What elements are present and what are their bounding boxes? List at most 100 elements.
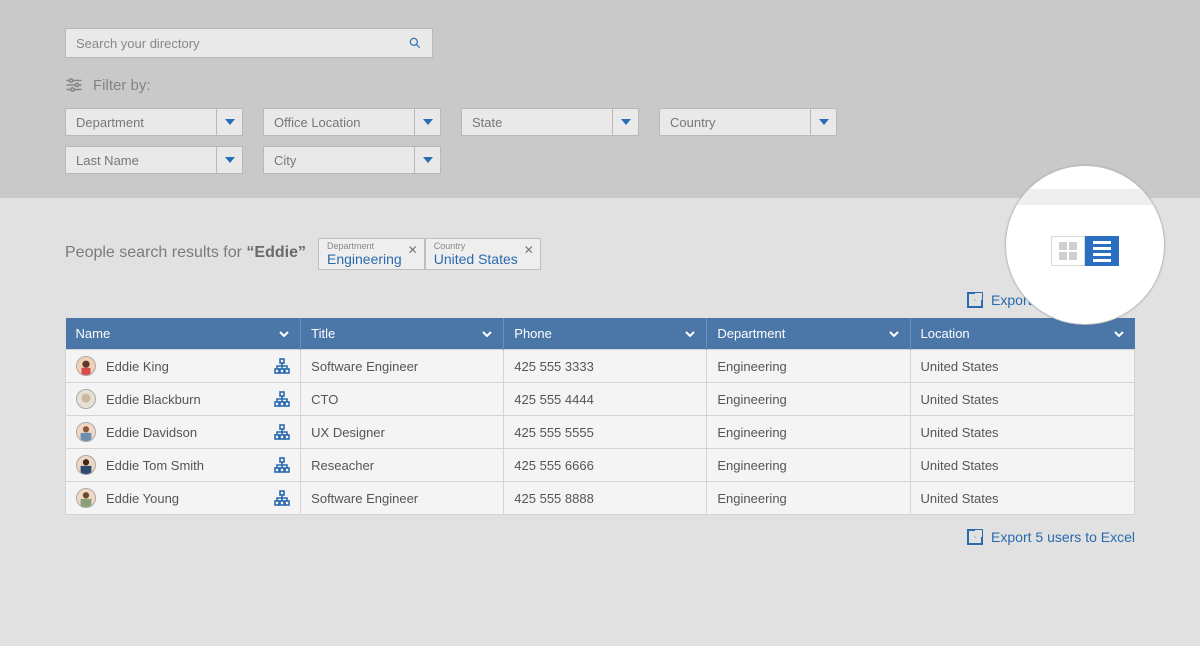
org-chart-icon[interactable] bbox=[274, 358, 290, 374]
view-toggle-spotlight bbox=[1005, 165, 1165, 325]
avatar bbox=[76, 389, 96, 409]
avatar bbox=[76, 356, 96, 376]
filter-country[interactable]: Country bbox=[659, 108, 837, 136]
close-icon[interactable]: ✕ bbox=[524, 243, 534, 257]
avatar bbox=[76, 455, 96, 475]
chip-value: Engineering bbox=[327, 251, 402, 267]
table-row[interactable]: Eddie Tom Smith Reseacher425 555 6666Engi… bbox=[66, 449, 1135, 482]
results-prefix: People search results for bbox=[65, 244, 246, 261]
avatar bbox=[76, 422, 96, 442]
list-view-button[interactable] bbox=[1085, 236, 1119, 266]
search-input-container[interactable] bbox=[65, 28, 433, 58]
cell-name: Eddie Blackburn bbox=[106, 392, 201, 407]
cell-location: United States bbox=[910, 383, 1135, 416]
cell-title: Software Engineer bbox=[301, 350, 504, 383]
chip-value: United States bbox=[434, 251, 518, 267]
export-icon bbox=[967, 529, 983, 545]
cell-phone: 425 555 4444 bbox=[504, 383, 707, 416]
export-label: Export 5 users to Excel bbox=[991, 529, 1135, 545]
view-toggle bbox=[1051, 236, 1119, 266]
column-label: Phone bbox=[514, 326, 552, 341]
chevron-down-icon[interactable] bbox=[612, 109, 638, 135]
export-icon bbox=[967, 292, 983, 308]
cell-department: Engineering bbox=[707, 449, 910, 482]
chevron-down-icon bbox=[278, 328, 290, 340]
filter-city[interactable]: City bbox=[263, 146, 441, 174]
cell-name: Eddie Young bbox=[106, 491, 179, 506]
org-chart-icon[interactable] bbox=[274, 490, 290, 506]
results-table: Name Title Phone Department Location Eddie K… bbox=[65, 318, 1135, 515]
cell-department: Engineering bbox=[707, 350, 910, 383]
results-query: “Eddie” bbox=[246, 244, 306, 261]
search-icon bbox=[408, 36, 422, 50]
filter-by-label-row: Filter by: bbox=[65, 76, 1135, 94]
cell-phone: 425 555 5555 bbox=[504, 416, 707, 449]
filter-state[interactable]: State bbox=[461, 108, 639, 136]
search-input[interactable] bbox=[76, 36, 408, 51]
table-row[interactable]: Eddie King Software Engineer425 555 3333E… bbox=[66, 350, 1135, 383]
filter-department[interactable]: Department bbox=[65, 108, 243, 136]
cell-title: UX Designer bbox=[301, 416, 504, 449]
chevron-down-icon bbox=[684, 328, 696, 340]
org-chart-icon[interactable] bbox=[274, 424, 290, 440]
close-icon[interactable]: ✕ bbox=[408, 243, 418, 257]
filter-by-label: Filter by: bbox=[93, 77, 151, 94]
filter-last-name[interactable]: Last Name bbox=[65, 146, 243, 174]
cell-department: Engineering bbox=[707, 416, 910, 449]
column-name[interactable]: Name bbox=[66, 318, 301, 350]
chevron-down-icon[interactable] bbox=[216, 147, 242, 173]
cell-phone: 425 555 8888 bbox=[504, 482, 707, 515]
results-summary: People search results for “Eddie” bbox=[65, 244, 306, 262]
column-label: Department bbox=[717, 326, 785, 341]
cell-title: Reseacher bbox=[301, 449, 504, 482]
cell-name: Eddie Tom Smith bbox=[106, 458, 204, 473]
cell-location: United States bbox=[910, 449, 1135, 482]
cell-location: United States bbox=[910, 482, 1135, 515]
chevron-down-icon bbox=[1113, 328, 1125, 340]
cell-phone: 425 555 3333 bbox=[504, 350, 707, 383]
chevron-down-icon[interactable] bbox=[810, 109, 836, 135]
cell-department: Engineering bbox=[707, 383, 910, 416]
cell-title: CTO bbox=[301, 383, 504, 416]
chevron-down-icon bbox=[481, 328, 493, 340]
filter-label: Last Name bbox=[66, 153, 216, 168]
filter-chip-country[interactable]: CountryUnited States✕ bbox=[425, 238, 541, 270]
filter-label: State bbox=[462, 115, 612, 130]
filter-chip-department[interactable]: DepartmentEngineering ✕ bbox=[318, 238, 425, 270]
column-department[interactable]: Department bbox=[707, 318, 910, 350]
filter-office-location[interactable]: Office Location bbox=[263, 108, 441, 136]
cell-location: United States bbox=[910, 416, 1135, 449]
sliders-icon bbox=[65, 76, 83, 94]
org-chart-icon[interactable] bbox=[274, 391, 290, 407]
filter-label: Country bbox=[660, 115, 810, 130]
cell-phone: 425 555 6666 bbox=[504, 449, 707, 482]
filter-label: Office Location bbox=[264, 115, 414, 130]
cell-title: Software Engineer bbox=[301, 482, 504, 515]
filter-label: City bbox=[264, 153, 414, 168]
column-title[interactable]: Title bbox=[301, 318, 504, 350]
chip-label: Department bbox=[327, 241, 402, 251]
table-row[interactable]: Eddie Davidson UX Designer425 555 5555Eng… bbox=[66, 416, 1135, 449]
org-chart-icon[interactable] bbox=[274, 457, 290, 473]
column-label: Title bbox=[311, 326, 335, 341]
grid-icon bbox=[1059, 242, 1077, 260]
cell-name: Eddie Davidson bbox=[106, 425, 197, 440]
column-label: Location bbox=[921, 326, 970, 341]
column-label: Name bbox=[76, 326, 111, 341]
cell-location: United States bbox=[910, 350, 1135, 383]
chevron-down-icon[interactable] bbox=[216, 109, 242, 135]
grid-view-button[interactable] bbox=[1051, 236, 1085, 266]
avatar bbox=[76, 488, 96, 508]
filter-label: Department bbox=[66, 115, 216, 130]
filter-panel: Filter by: Department Office Location Stat… bbox=[0, 0, 1200, 196]
export-link-bottom[interactable]: Export 5 users to Excel bbox=[967, 529, 1135, 545]
chevron-down-icon bbox=[888, 328, 900, 340]
list-icon bbox=[1093, 241, 1111, 262]
table-row[interactable]: Eddie Young Software Engineer425 555 8888… bbox=[66, 482, 1135, 515]
cell-department: Engineering bbox=[707, 482, 910, 515]
table-row[interactable]: Eddie Blackburn CTO425 555 4444Engineerin… bbox=[66, 383, 1135, 416]
column-phone[interactable]: Phone bbox=[504, 318, 707, 350]
chevron-down-icon[interactable] bbox=[414, 109, 440, 135]
cell-name: Eddie King bbox=[106, 359, 169, 374]
chevron-down-icon[interactable] bbox=[414, 147, 440, 173]
